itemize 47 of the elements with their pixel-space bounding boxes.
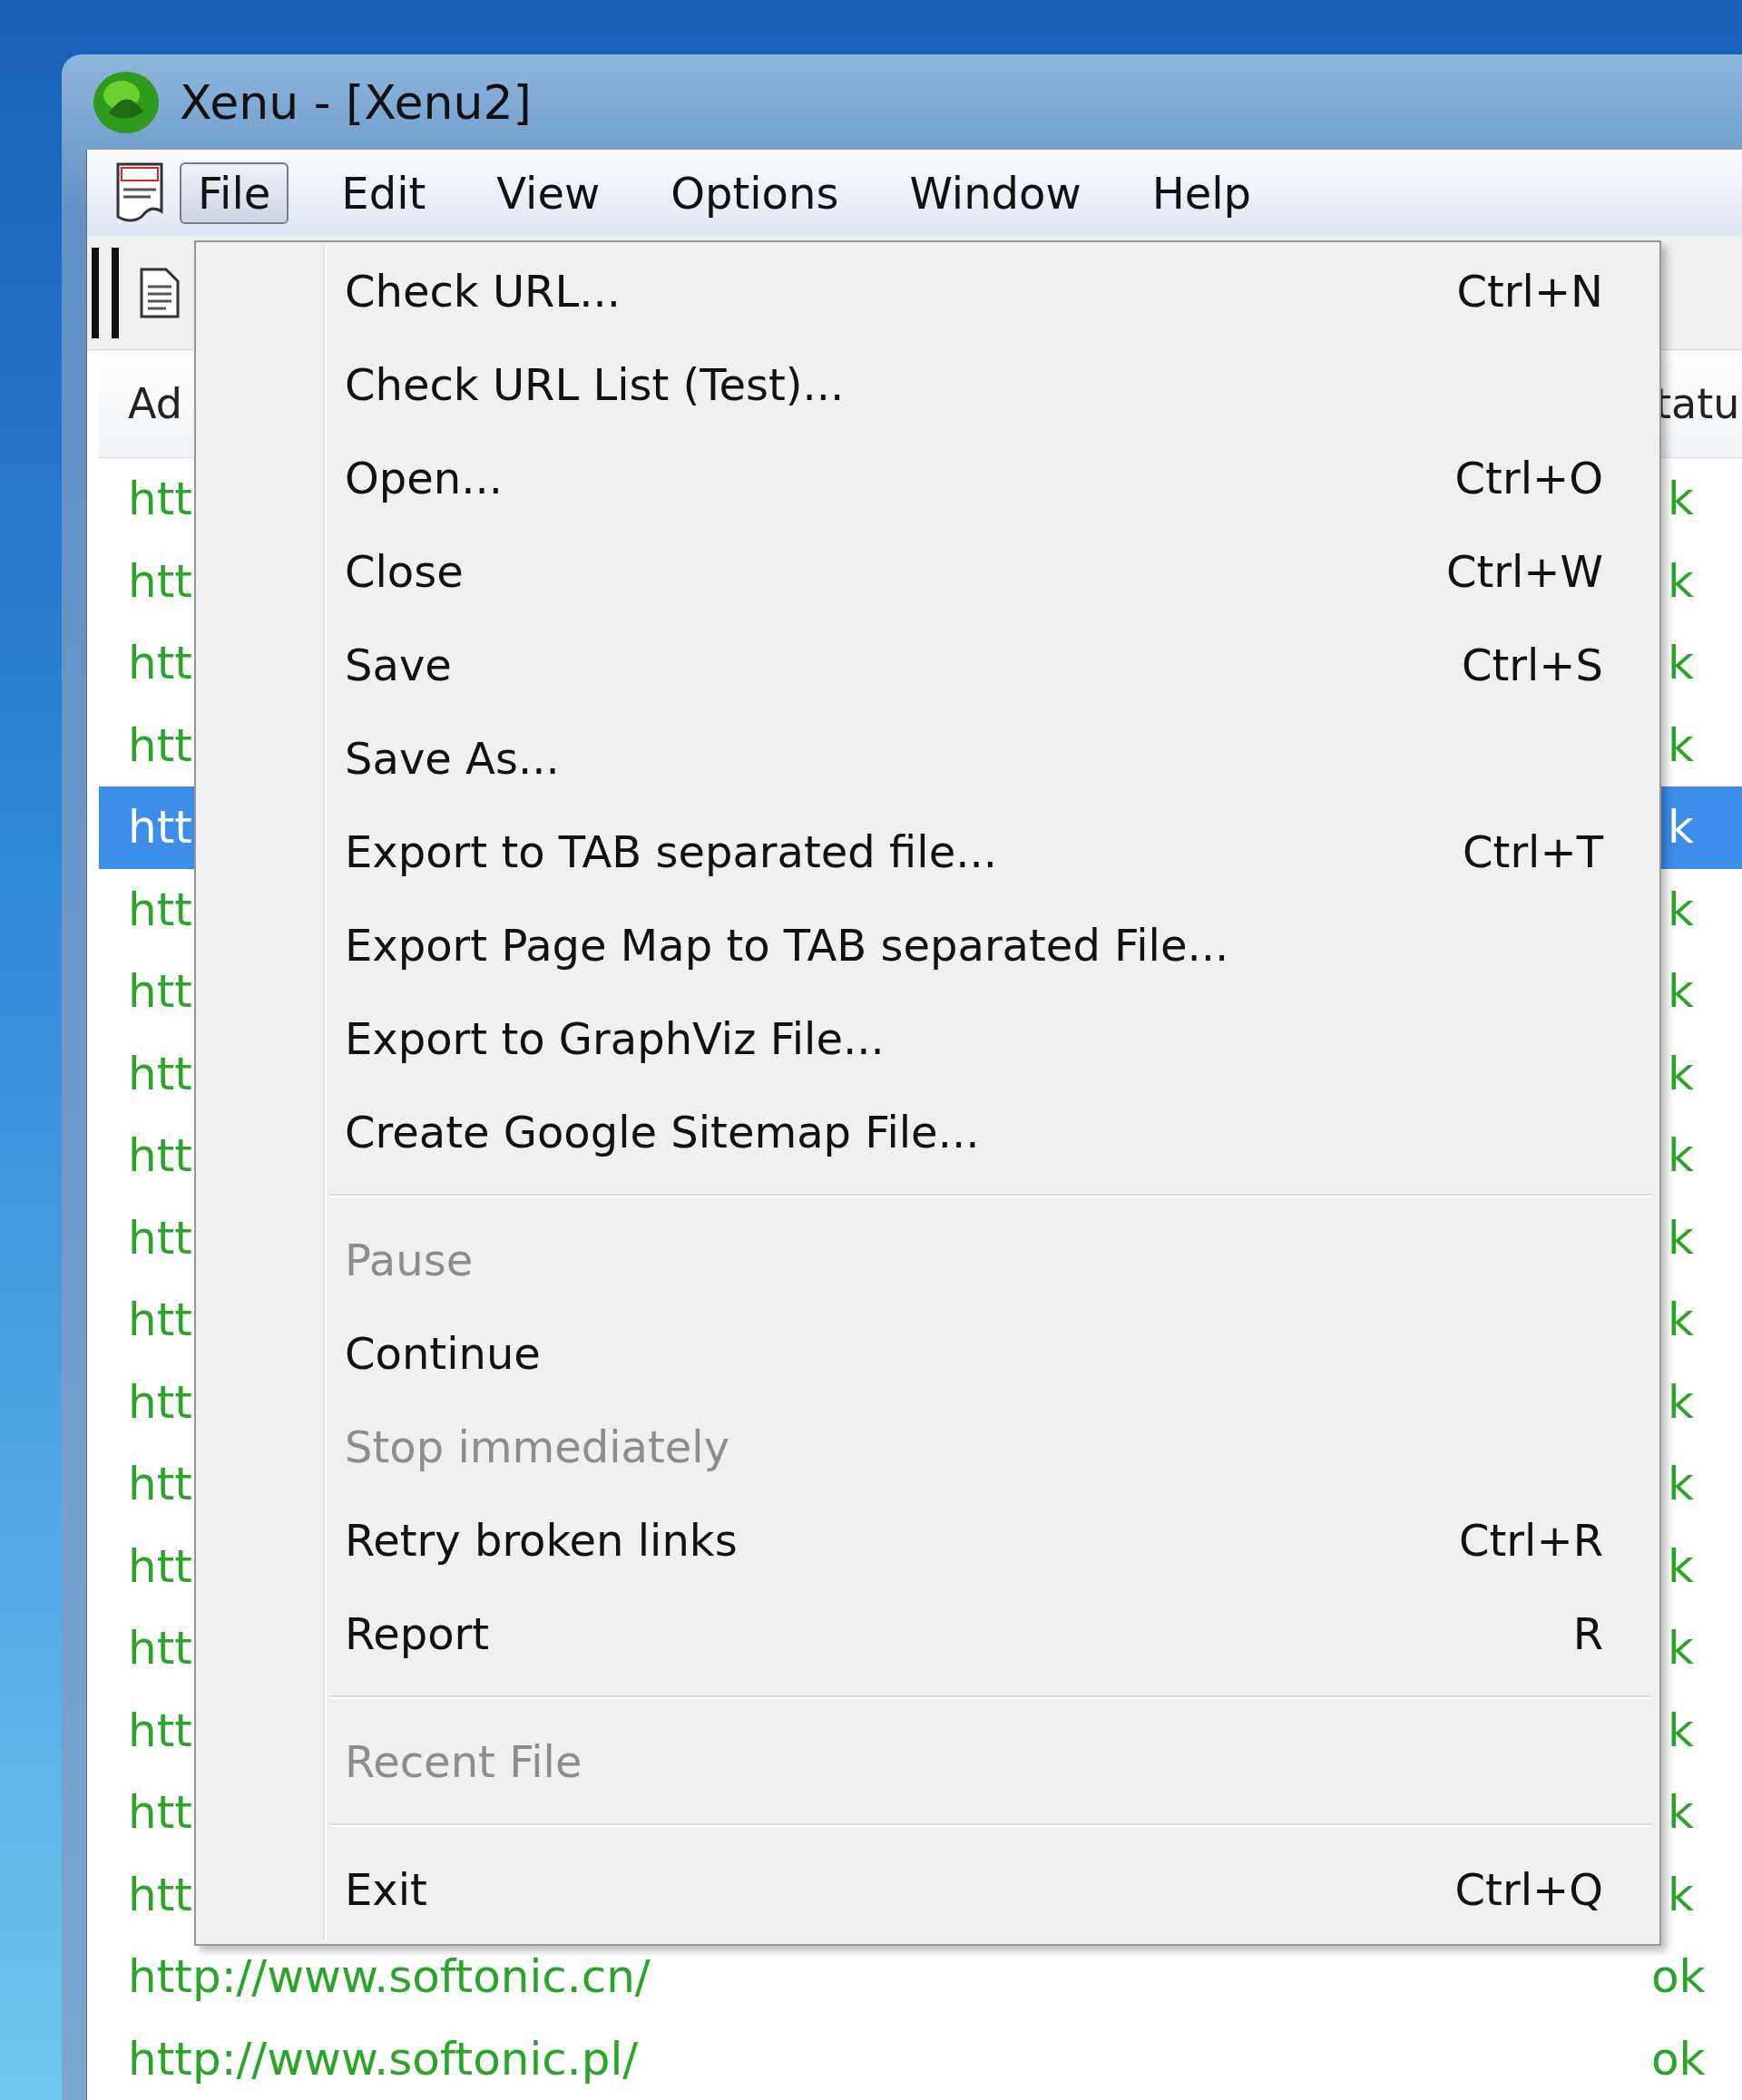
url-cell-text: htt [127, 1294, 192, 1347]
url-cell-text: htt [127, 1704, 192, 1757]
toolbar-grip[interactable] [92, 247, 119, 338]
menu-entry[interactable]: Export to TAB separated file... Ctrl+T [200, 805, 1656, 898]
menu-entry[interactable]: Check URL... Ctrl+N [200, 244, 1656, 337]
status-cell-text: k [1667, 1458, 1694, 1511]
status-cell-text: k [1667, 965, 1694, 1019]
status-cell-text: k [1667, 1786, 1694, 1840]
url-cell-text: http://www.softonic.cn/ [127, 1950, 651, 2004]
menu-entry[interactable]: Create Google Sitemap File... [200, 1085, 1656, 1178]
menu-item[interactable]: File [180, 161, 289, 224]
url-cell-text: htt [127, 965, 192, 1019]
status-cell-text: k [1667, 801, 1694, 855]
menu-entry[interactable]: Check URL List (Test)... [200, 337, 1656, 431]
status-cell: ok [1651, 2032, 1706, 2085]
menu-entry[interactable]: Report R [200, 1587, 1656, 1680]
menu-entry[interactable]: Export to GraphViz File... [200, 991, 1656, 1085]
table-row[interactable]: http://www.softonic.pl/ ok [99, 2017, 1742, 2100]
menu-entry[interactable]: Save Ctrl+S [200, 618, 1656, 711]
status-cell-text: k [1667, 1047, 1694, 1100]
status-cell: ok [1651, 1950, 1706, 2004]
menu-entry[interactable]: Export Page Map to TAB separated File... [200, 898, 1656, 991]
url-cell-text: htt [127, 1047, 192, 1100]
menu-item[interactable]: Window [891, 161, 1100, 224]
status-cell-text: k [1667, 1704, 1694, 1757]
menu-entry[interactable]: Exit Ctrl+Q [200, 1842, 1656, 1936]
url-cell-text: htt [127, 801, 192, 855]
menu-item[interactable]: View [478, 161, 619, 224]
url-cell-text: htt [127, 1458, 192, 1511]
status-cell-text: k [1667, 883, 1694, 936]
menu-item[interactable]: Edit [323, 161, 445, 224]
menu-item[interactable]: Help [1133, 161, 1270, 224]
url-cell-text: http://www.softonic.pl/ [127, 2032, 639, 2085]
status-cell-text: k [1667, 1375, 1694, 1429]
window-title: Xenu - [Xenu2] [180, 74, 532, 130]
column-header[interactable]: Ad [99, 379, 182, 428]
menu-entry[interactable]: Open... Ctrl+O [200, 431, 1656, 524]
menu-item[interactable]: Options [652, 161, 857, 224]
menu-entry[interactable]: Close Ctrl+W [200, 524, 1656, 618]
menu-entry[interactable]: Save As... [200, 711, 1656, 805]
page-icon[interactable] [139, 266, 181, 319]
menu-entry[interactable]: Retry broken links Ctrl+R [200, 1493, 1656, 1587]
url-cell-text: htt [127, 883, 192, 936]
url-cell-text: htt [127, 1786, 192, 1840]
url-cell-text: htt [127, 1375, 192, 1429]
menu-entry[interactable]: Continue [200, 1306, 1656, 1400]
status-cell-text: k [1667, 1294, 1694, 1347]
